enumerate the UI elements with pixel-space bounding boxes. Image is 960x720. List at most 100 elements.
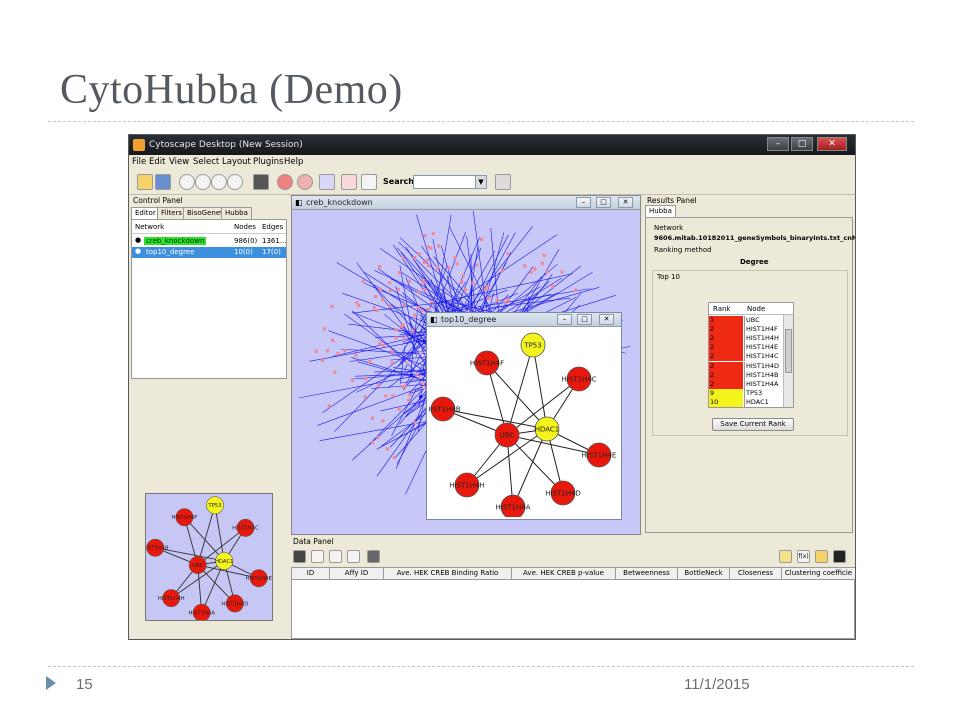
menu-help[interactable]: Help (284, 157, 303, 167)
save-icon[interactable] (155, 174, 171, 190)
menu-edit[interactable]: Edit (149, 157, 165, 167)
function-icon[interactable]: f(x) (797, 550, 810, 563)
rank-row[interactable]: 2 HIST1H4B (709, 370, 793, 380)
rank-row[interactable]: 2 HIST1H4C (709, 352, 793, 362)
rank-row[interactable]: 9 TP53 (709, 388, 793, 398)
target-icon[interactable] (297, 174, 313, 190)
zoom-out-icon[interactable] (179, 174, 195, 190)
rank-row[interactable]: 1 UBC (709, 316, 793, 325)
col-p-value[interactable]: Ave. HEK CREB p-value (512, 568, 616, 580)
col-closeness[interactable]: Closeness (730, 568, 782, 580)
vizmapper-icon[interactable] (361, 174, 377, 190)
maximize-button[interactable]: □ (791, 137, 813, 151)
network-table-header: Network Nodes Edges (132, 220, 286, 234)
data-table[interactable]: ID Affy ID Ave. HEK CREB Binding Ratio A… (291, 567, 855, 639)
close-button[interactable]: ✕ (817, 137, 847, 151)
view-maximize-button[interactable]: □ (596, 197, 611, 208)
rank-scrollbar[interactable] (783, 315, 793, 407)
tab-hubba[interactable]: Hubba (221, 207, 252, 219)
zoom-fit-icon[interactable] (227, 174, 243, 190)
hairball-edge (433, 256, 471, 300)
hairball-node (419, 395, 423, 399)
rank-node-name: HDAC1 (744, 397, 782, 407)
network-value: 9606.mitab.10182011_geneSymbols_binaryIn… (654, 234, 856, 242)
network-name: creb_knockdown (144, 237, 207, 245)
hairball-node (363, 377, 368, 381)
lifebuoy-icon[interactable] (277, 174, 293, 190)
view-minimize-button[interactable]: – (576, 197, 591, 208)
hairball-node (500, 269, 504, 273)
new-icon[interactable] (311, 550, 324, 563)
view-close-button[interactable]: ✕ (618, 197, 633, 208)
checklist-icon[interactable] (329, 550, 342, 563)
search-dropdown-button[interactable]: ▼ (475, 175, 487, 189)
col-bottleneck[interactable]: BottleNeck (678, 568, 730, 580)
network-table: Network Nodes Edges ● creb_knockdown 986… (131, 219, 287, 379)
network-edges: 17(0) (262, 248, 281, 256)
hairball-node (413, 421, 417, 425)
hairball-node (407, 279, 411, 283)
open-icon[interactable] (137, 174, 153, 190)
trash-icon[interactable] (367, 550, 380, 563)
top10-title: top10_degree (441, 315, 497, 324)
hierarchy-icon[interactable] (319, 174, 335, 190)
dark-panel-icon[interactable] (833, 550, 846, 563)
save-current-rank-button[interactable]: Save Current Rank (712, 418, 794, 431)
birds-eye-view[interactable]: TP53 HIST1H4F HIST1H4C HIST1H4B UBC HDAC1 HIST… (142, 493, 273, 622)
hairball-node (551, 284, 555, 288)
col-binding-ratio[interactable]: Ave. HEK CREB Binding Ratio (384, 568, 512, 580)
hairball-node (426, 245, 431, 249)
menu-file[interactable]: File (132, 157, 146, 167)
col-betweenness[interactable]: Betweenness (616, 568, 678, 580)
zoom-in-icon[interactable] (195, 174, 211, 190)
filter-icon[interactable] (495, 174, 511, 190)
graph-node-label: HIST1H4B (429, 405, 461, 413)
rank-node-name: HIST1H4E (744, 343, 782, 353)
zoom-selected-icon[interactable] (211, 174, 227, 190)
checklist-alt-icon[interactable] (347, 550, 360, 563)
camera-icon[interactable] (253, 174, 269, 190)
slide-date: 11/1/2015 (684, 676, 750, 693)
col-id[interactable]: ID (292, 568, 330, 580)
rank-row[interactable]: 2 HIST1H4F (709, 325, 793, 335)
top10-canvas: TP53 HIST1H4F HIST1H4C HIST1H4B UBC HDAC1 HIST… (425, 329, 619, 520)
scroll-thumb[interactable] (785, 329, 792, 373)
network-row[interactable]: ● top10_degree 10(0) 17(0) (132, 247, 286, 258)
folder-icon[interactable] (815, 550, 828, 563)
rank-row[interactable]: 2 HIST1H4E (709, 343, 793, 353)
top10-maximize-button[interactable]: □ (577, 314, 592, 325)
tab-editor[interactable]: Editor (131, 207, 160, 219)
table-icon[interactable] (293, 550, 306, 563)
hairball-node (411, 329, 415, 333)
top10-minimize-button[interactable]: – (557, 314, 572, 325)
hairball-node (401, 256, 405, 261)
hairball-node (382, 343, 386, 347)
col-network: Network (135, 223, 165, 231)
tab-filters[interactable]: Filters (157, 207, 186, 219)
menu-view[interactable]: View (169, 157, 189, 167)
menu-select[interactable]: Select (193, 157, 219, 167)
hairball-node (390, 361, 394, 365)
menu-layout[interactable]: Layout (222, 157, 251, 167)
rank-row[interactable]: 2 HIST1H4H (709, 334, 793, 344)
clipboard-icon[interactable] (779, 550, 792, 563)
rank-value: 2 (709, 325, 743, 335)
tab-hubba-results[interactable]: Hubba (645, 205, 676, 217)
minimize-button[interactable]: – (767, 137, 789, 151)
top-label: Top 10 (657, 273, 680, 281)
rank-row[interactable]: 2 HIST1H4D (709, 361, 793, 371)
network-row[interactable]: ● creb_knockdown 986(0) 1361... (132, 236, 287, 247)
top10-window[interactable]: ◧ top10_degree – □ ✕ TP53 HIST1H4F HIST1H4… (425, 312, 622, 520)
top10-close-button[interactable]: ✕ (599, 314, 614, 325)
rank-row[interactable]: 2 HIST1H4A (709, 379, 793, 389)
hierarchy-alt-icon[interactable] (341, 174, 357, 190)
hairball-node (390, 350, 394, 354)
hairball-node (402, 303, 406, 307)
rank-row[interactable]: 10 HDAC1 (709, 397, 793, 407)
hairball-node (409, 373, 414, 378)
col-affy-id[interactable]: Affy ID (330, 568, 384, 580)
col-clustering-coefficient[interactable]: Clustering coefficie (782, 568, 855, 580)
menu-plugins[interactable]: Plugins (253, 157, 283, 167)
rank-value: 2 (709, 334, 743, 344)
slide-title: CytoHubba (Demo) (60, 67, 403, 113)
